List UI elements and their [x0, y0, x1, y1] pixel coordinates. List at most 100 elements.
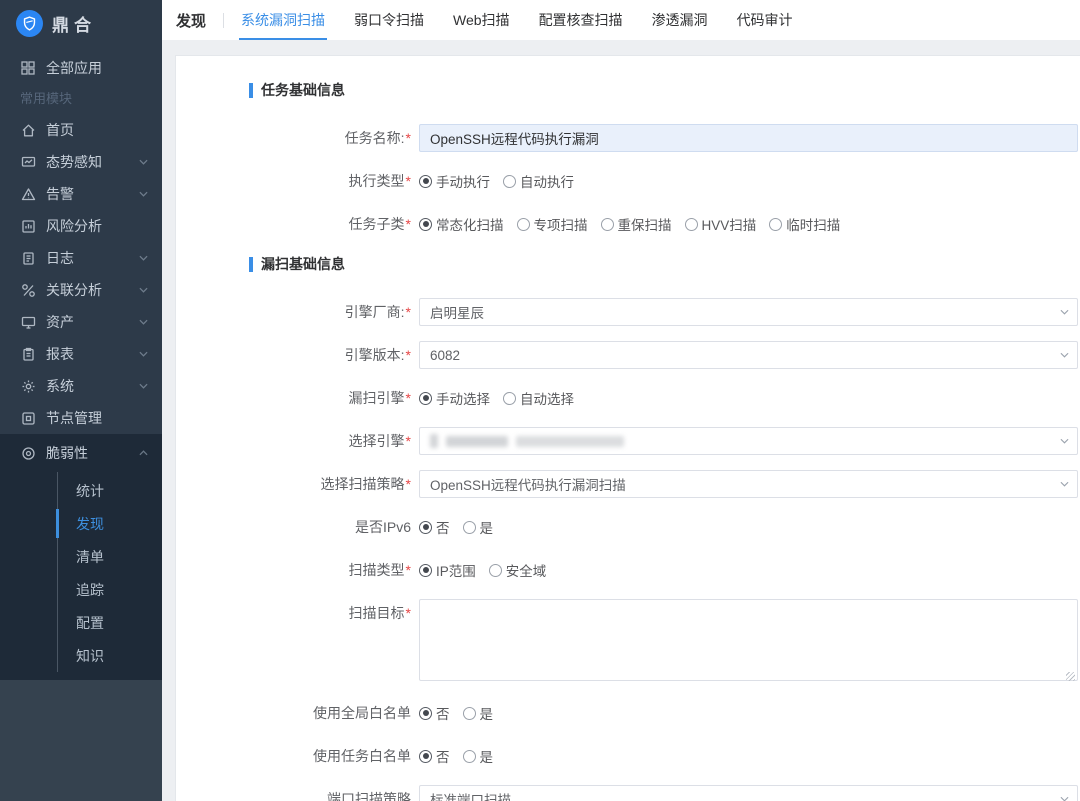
radio-ip-range[interactable]: IP范围	[419, 560, 476, 580]
tab-weak-password-scan[interactable]: 弱口令扫描	[354, 0, 424, 40]
sidebar-subitem-discovery[interactable]: 发现	[58, 507, 162, 540]
radio-label: 否	[436, 746, 450, 766]
alert-icon	[20, 186, 36, 202]
radio-hvv-scan[interactable]: HVV扫描	[685, 214, 757, 234]
sidebar-item-logs[interactable]: 日志	[0, 242, 162, 274]
correlation-icon	[20, 282, 36, 298]
section-title-text: 任务基础信息	[261, 80, 345, 100]
chevron-down-icon	[139, 383, 148, 389]
tab-web-scan[interactable]: Web扫描	[453, 0, 510, 40]
chevron-down-icon	[1060, 796, 1069, 801]
radio-manual-exec[interactable]: 手动执行	[419, 171, 490, 191]
radio-auto-select[interactable]: 自动选择	[503, 388, 574, 408]
subitem-label: 清单	[76, 547, 104, 567]
sidebar-item-correlation-analysis[interactable]: 关联分析	[0, 274, 162, 306]
port-policy-select[interactable]: 标准端口扫描	[419, 785, 1078, 801]
radio-unchecked-icon	[769, 218, 782, 231]
sidebar-subitem-tracking[interactable]: 追踪	[58, 573, 162, 606]
situation-icon	[20, 154, 36, 170]
tab-code-audit[interactable]: 代码审计	[737, 0, 793, 40]
radio-ipv6-yes[interactable]: 是	[463, 517, 494, 537]
sidebar-item-alerts[interactable]: 告警	[0, 178, 162, 210]
form-row-exec-type: 执行类型* 手动执行 自动执行	[176, 167, 1080, 195]
sidebar-item-situation-awareness[interactable]: 态势感知	[0, 146, 162, 178]
sidebar-subitem-knowledge[interactable]: 知识	[58, 639, 162, 672]
radio-checked-icon	[419, 175, 432, 188]
subitem-label: 配置	[76, 613, 104, 633]
radio-label: 是	[480, 703, 494, 723]
tab-penetration-vuln[interactable]: 渗透漏洞	[652, 0, 708, 40]
logs-icon	[20, 250, 36, 266]
required-asterisk: *	[406, 476, 411, 492]
sidebar-item-assets[interactable]: 资产	[0, 306, 162, 338]
field-label-task-subclass: 任务子类*	[176, 210, 411, 238]
radio-security-zone[interactable]: 安全域	[489, 560, 547, 580]
sidebar-item-vulnerability[interactable]: 脆弱性	[0, 434, 162, 472]
radio-unchecked-icon	[503, 175, 516, 188]
radio-unchecked-icon	[685, 218, 698, 231]
subitem-label: 发现	[76, 514, 104, 534]
select-value: 6082	[430, 348, 460, 363]
main-panel: 发现 系统漏洞扫描 弱口令扫描 Web扫描 配置核查扫描 渗透漏洞 代码审计 任…	[162, 0, 1080, 801]
sidebar-item-reports[interactable]: 报表	[0, 338, 162, 370]
radio-manual-select[interactable]: 手动选择	[419, 388, 490, 408]
radio-label: 常态化扫描	[436, 214, 504, 234]
field-label-task-whitelist: 使用任务白名单	[176, 742, 411, 770]
form-row-global-whitelist: 使用全局白名单 否 是	[176, 699, 1080, 727]
sidebar-nav: 全部应用 常用模块 首页 态势感知	[0, 46, 162, 434]
divider	[223, 13, 224, 28]
form-row-task-subclass: 任务子类* 常态化扫描 专项扫描 重保扫描 HVV扫描 临时扫描	[176, 210, 1080, 238]
radio-task-whitelist-no[interactable]: 否	[419, 746, 450, 766]
engine-version-select[interactable]: 6082	[419, 341, 1078, 369]
sidebar-subitem-configuration[interactable]: 配置	[58, 606, 162, 639]
home-icon	[20, 122, 36, 138]
global-whitelist-radio-group: 否 是	[419, 699, 1078, 727]
chevron-down-icon	[139, 287, 148, 293]
radio-temporary-scan[interactable]: 临时扫描	[769, 214, 840, 234]
radio-normal-scan[interactable]: 常态化扫描	[419, 214, 504, 234]
form-row-scan-type: 扫描类型* IP范围 安全域	[176, 556, 1080, 584]
radio-global-whitelist-yes[interactable]: 是	[463, 703, 494, 723]
sidebar-item-all-apps[interactable]: 全部应用	[0, 52, 162, 84]
scan-target-textarea[interactable]	[419, 599, 1078, 681]
shield-logo-icon	[16, 10, 43, 37]
chevron-down-icon	[139, 159, 148, 165]
sidebar-item-risk-analysis[interactable]: 风险分析	[0, 210, 162, 242]
radio-global-whitelist-no[interactable]: 否	[419, 703, 450, 723]
task-name-input[interactable]	[419, 124, 1078, 152]
required-asterisk: *	[406, 173, 411, 189]
radio-auto-exec[interactable]: 自动执行	[503, 171, 574, 191]
radio-label: 是	[480, 746, 494, 766]
sidebar-item-system[interactable]: 系统	[0, 370, 162, 402]
brand-logo[interactable]: 鼎合	[0, 0, 162, 46]
sidebar-group-label: 常用模块	[0, 84, 162, 114]
engine-vendor-select[interactable]: 启明星辰	[419, 298, 1078, 326]
sidebar-item-home[interactable]: 首页	[0, 114, 162, 146]
section-title-text: 漏扫基础信息	[261, 254, 345, 274]
sidebar-item-label: 脆弱性	[46, 443, 88, 463]
sidebar-footer	[0, 680, 162, 801]
radio-special-scan[interactable]: 专项扫描	[517, 214, 588, 234]
tab-system-vuln-scan[interactable]: 系统漏洞扫描	[241, 0, 325, 40]
select-engine-select[interactable]	[419, 427, 1078, 455]
sidebar-item-node-management[interactable]: 节点管理	[0, 402, 162, 434]
scan-policy-select[interactable]: OpenSSH远程代码执行漏洞扫描	[419, 470, 1078, 498]
chevron-down-icon	[1060, 352, 1069, 358]
task-subclass-radio-group: 常态化扫描 专项扫描 重保扫描 HVV扫描 临时扫描	[419, 210, 1078, 238]
grid-icon	[20, 60, 36, 76]
radio-checked-icon	[419, 521, 432, 534]
task-whitelist-radio-group: 否 是	[419, 742, 1078, 770]
target-icon	[20, 445, 36, 461]
radio-task-whitelist-yes[interactable]: 是	[463, 746, 494, 766]
chevron-up-icon	[139, 450, 148, 456]
form-row-port-policy: 端口扫描策略 标准端口扫描	[176, 785, 1080, 801]
sidebar-item-label: 态势感知	[46, 152, 102, 172]
section-task-basic-info: 任务基础信息	[249, 80, 1080, 100]
sidebar-subitem-inventory[interactable]: 清单	[58, 540, 162, 573]
radio-key-protection-scan[interactable]: 重保扫描	[601, 214, 672, 234]
radio-label: 自动执行	[520, 171, 574, 191]
section-vuln-scan-basic-info: 漏扫基础信息	[249, 254, 1080, 274]
radio-ipv6-no[interactable]: 否	[419, 517, 450, 537]
sidebar-subitem-statistics[interactable]: 统计	[58, 474, 162, 507]
tab-config-check-scan[interactable]: 配置核查扫描	[539, 0, 623, 40]
